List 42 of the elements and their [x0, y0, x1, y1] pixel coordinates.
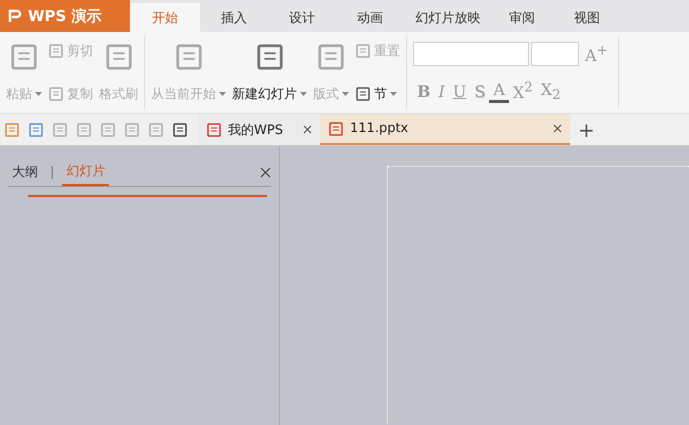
- document-tab[interactable]: 111.pptx: [320, 114, 570, 145]
- document-tab[interactable]: 我的WPS: [198, 114, 320, 145]
- grow-font-button[interactable]: A$^{+}$: [581, 43, 612, 65]
- ribbon-tab[interactable]: 幻灯片放映: [404, 3, 492, 32]
- layout-button[interactable]: 版式: [313, 85, 349, 103]
- caret-icon: [390, 92, 397, 96]
- caret-icon: [219, 92, 226, 96]
- format-button[interactable]: X$^{2}$: [508, 80, 537, 103]
- format-button[interactable]: S: [470, 80, 490, 103]
- format-button[interactable]: U: [448, 80, 470, 103]
- app-menu-button[interactable]: WPS 演示: [0, 0, 130, 32]
- app-logo-icon: [8, 9, 22, 23]
- close-icon: [303, 125, 312, 134]
- close-icon[interactable]: [260, 166, 271, 178]
- section-button[interactable]: 节: [355, 85, 397, 103]
- ribbon-tab[interactable]: 设计: [268, 3, 336, 32]
- new-tab-button[interactable]: +: [578, 118, 595, 142]
- reset-button[interactable]: 重置: [355, 42, 400, 60]
- slides-tab[interactable]: 幻灯片: [62, 158, 110, 186]
- ribbon-tab[interactable]: 开始: [130, 3, 200, 32]
- close-icon: [553, 124, 562, 133]
- format-painter-button[interactable]: 格式刷: [99, 85, 138, 103]
- ribbon-tab[interactable]: 审阅: [492, 3, 552, 32]
- format-button[interactable]: B: [413, 80, 435, 103]
- tab-separator: |: [50, 164, 54, 180]
- caret-icon: [342, 92, 349, 96]
- ribbon-tab[interactable]: 动画: [336, 3, 404, 32]
- copy-button[interactable]: 复制: [48, 85, 93, 103]
- font-size-field[interactable]: [531, 42, 579, 66]
- new-slide-button[interactable]: 新建幻灯片: [232, 85, 307, 103]
- paste-button[interactable]: 粘贴: [6, 85, 42, 103]
- caret-icon: [300, 92, 307, 96]
- cut-button[interactable]: 剪切: [48, 42, 93, 60]
- caret-icon: [35, 92, 42, 96]
- format-button[interactable]: X$_{2}$: [536, 80, 565, 103]
- play-from-current-button[interactable]: 从当前开始: [151, 85, 226, 103]
- ribbon-tab[interactable]: 视图: [552, 3, 622, 32]
- format-button[interactable]: I: [434, 80, 449, 103]
- outline-tab[interactable]: 大纲: [8, 158, 42, 186]
- ribbon-tab[interactable]: 插入: [200, 3, 268, 32]
- font-name-field[interactable]: [413, 42, 529, 66]
- format-button[interactable]: A: [489, 80, 509, 103]
